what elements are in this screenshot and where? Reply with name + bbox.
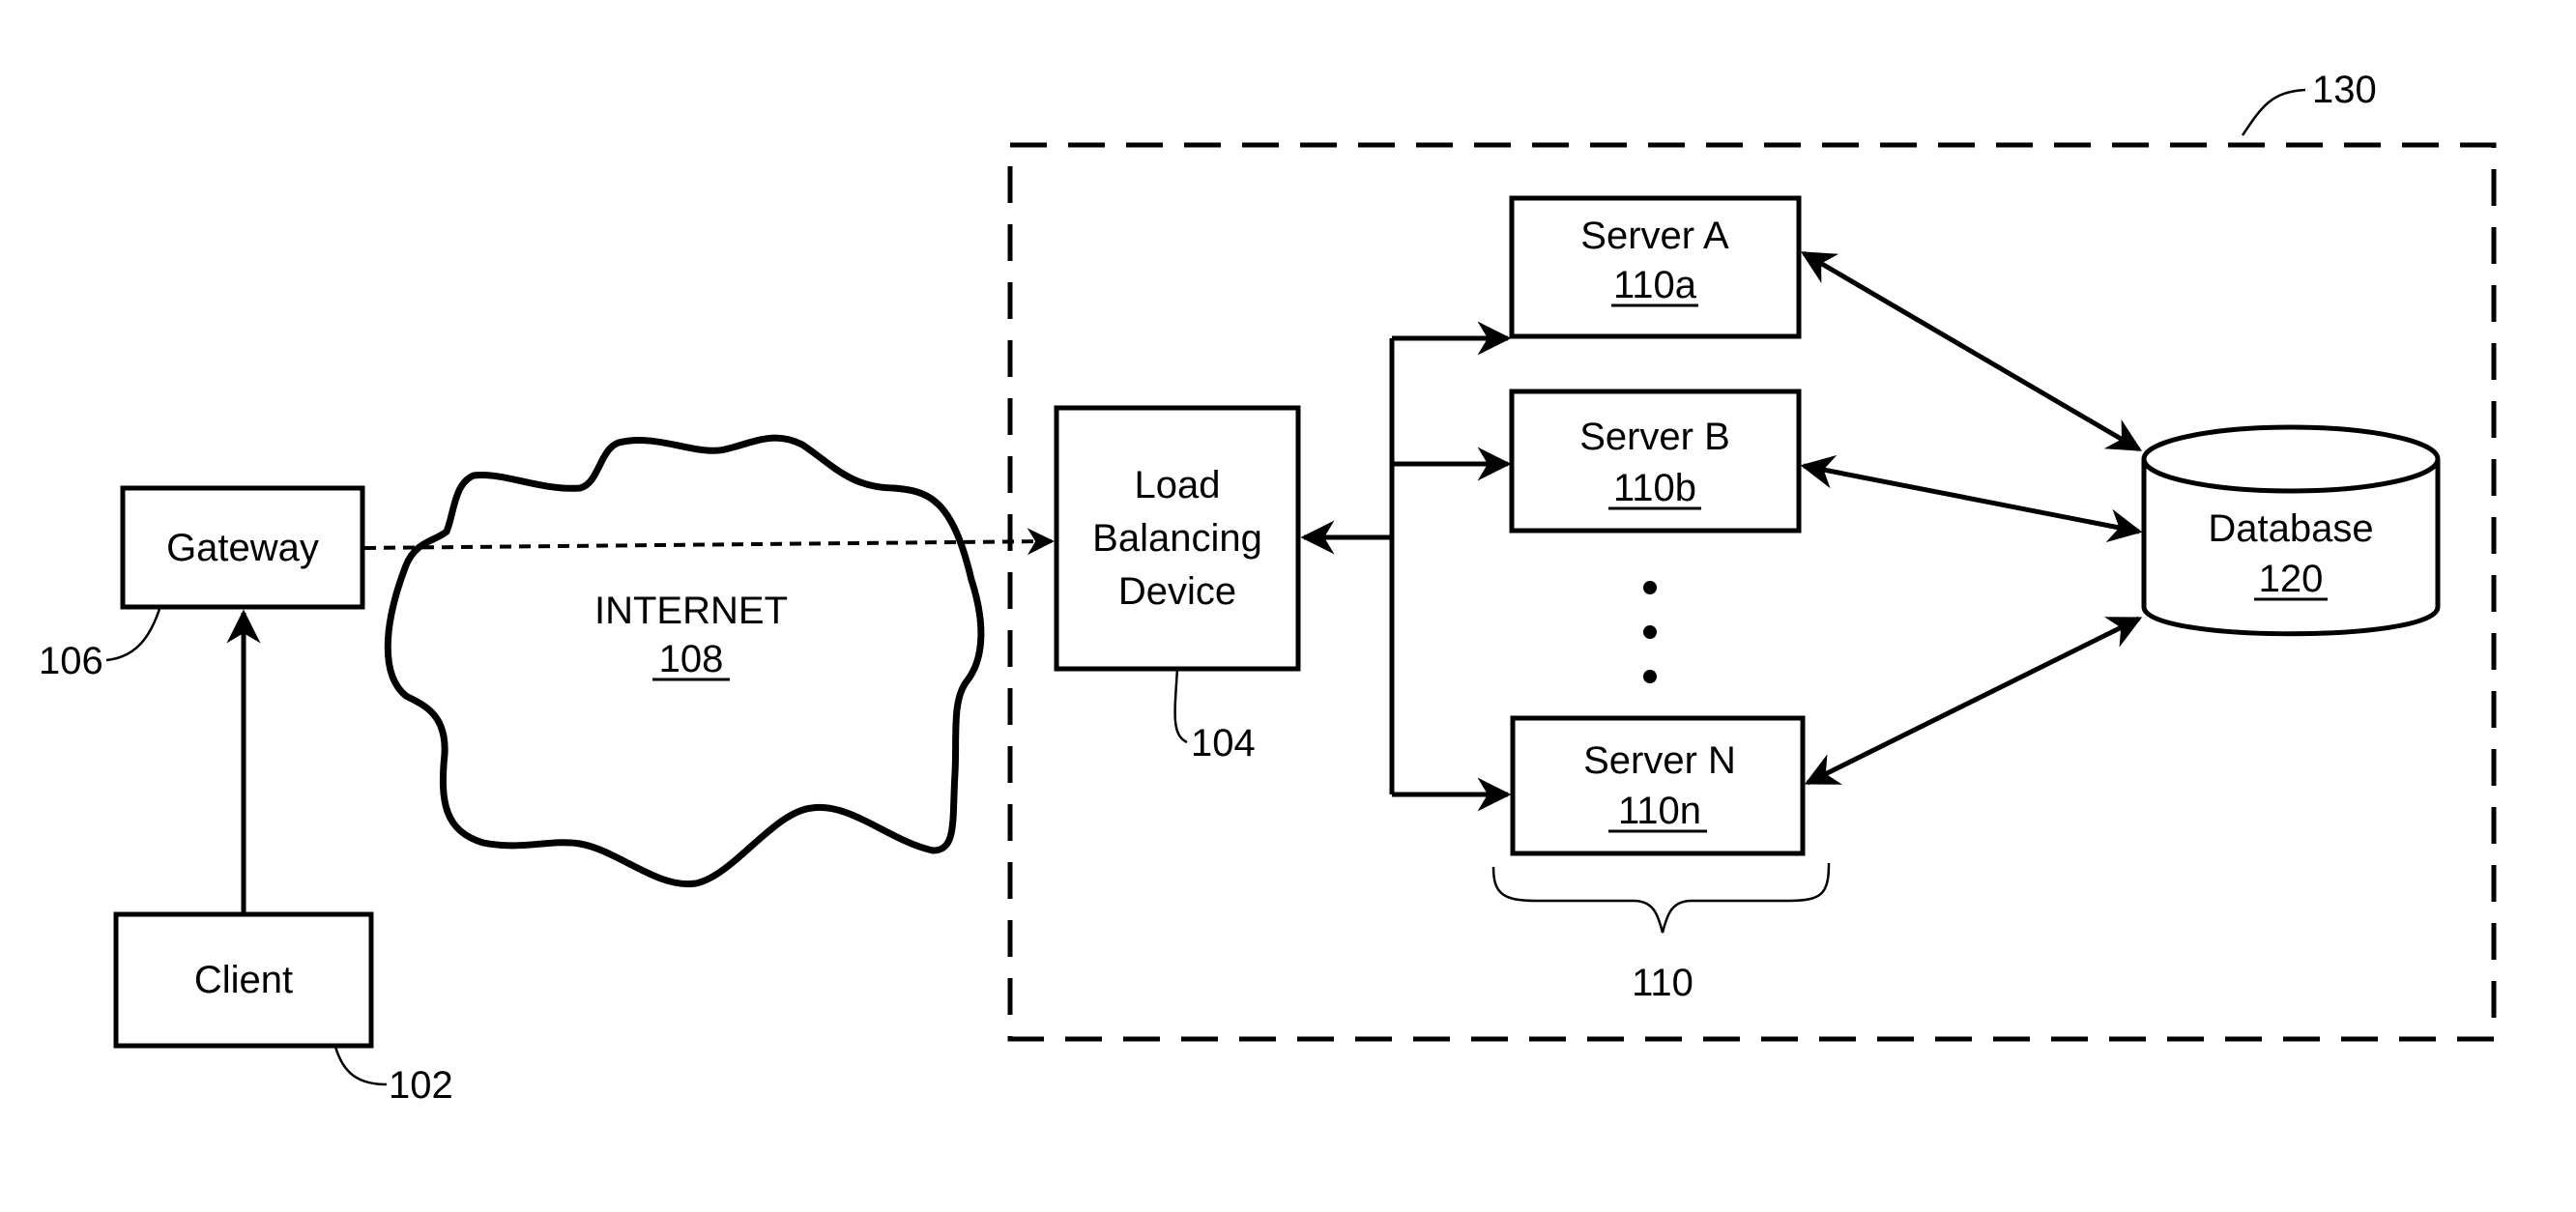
internet-ref: 108	[659, 638, 724, 680]
lb-ref-label: 104	[1191, 722, 1256, 765]
client-label: Client	[194, 959, 293, 1001]
server-group-ref-label: 110	[1632, 962, 1693, 1004]
gateway-node[interactable]: Gateway	[120, 485, 365, 610]
internet-cloud: INTERNET 108	[384, 434, 985, 888]
server-a-node[interactable]: Server A 110a	[1509, 195, 1802, 339]
lb-label-line2: Balancing	[1092, 517, 1262, 560]
lb-label-line3: Device	[1118, 570, 1236, 613]
server-n-node[interactable]: Server N 110n	[1510, 715, 1806, 856]
client-node[interactable]: Client	[113, 911, 374, 1049]
more-servers-ellipsis	[1643, 581, 1657, 683]
client-ref-label: 102	[389, 1064, 453, 1107]
server-n-ref: 110n	[1618, 790, 1701, 832]
server-b-ref: 110b	[1613, 467, 1696, 509]
server-a-ref: 110a	[1613, 264, 1697, 306]
gateway-label: Gateway	[166, 527, 319, 569]
database-ref: 120	[2259, 558, 2324, 600]
lb-label-line1: Load	[1135, 464, 1221, 506]
database-label: Database	[2208, 507, 2373, 550]
system-ref-label: 130	[2312, 69, 2377, 111]
lb-ref-leader	[1173, 668, 1188, 744]
server-n-label: Server N	[1583, 739, 1736, 782]
server-b-node[interactable]: Server B 110b	[1509, 389, 1802, 534]
system-ref-leader	[2241, 88, 2306, 136]
client-ref-leader	[333, 1046, 388, 1086]
server-b-label: Server B	[1579, 416, 1730, 458]
server-a-label: Server A	[1580, 215, 1729, 257]
internet-label: INTERNET	[594, 590, 788, 632]
gateway-ref-label: 106	[39, 640, 103, 682]
server-n-db-arrow	[1804, 616, 2143, 786]
load-balancer-node[interactable]: Load Balancing Device	[1054, 405, 1301, 672]
network-diagram: 130 Gateway 106 Client 102 INTERNET 108 …	[39, 69, 2497, 1107]
gateway-ref-leader	[105, 608, 161, 662]
server-group-brace	[1491, 862, 1831, 934]
server-a-db-arrow	[1800, 250, 2143, 452]
server-b-db-arrow	[1800, 454, 2143, 543]
database-node[interactable]: Database 120	[2141, 424, 2441, 637]
